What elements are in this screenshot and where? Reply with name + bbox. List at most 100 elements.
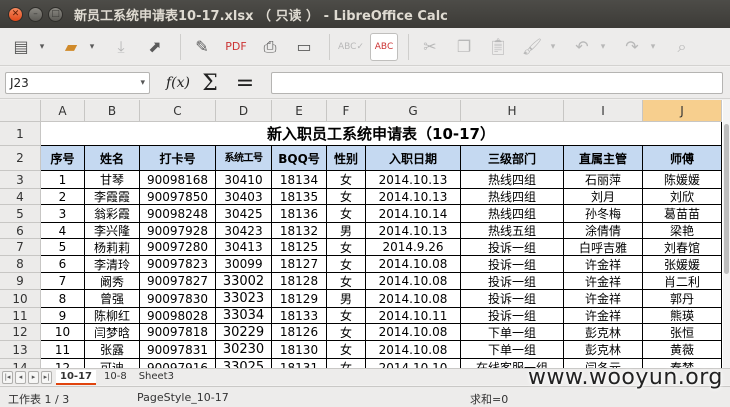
table-cell[interactable]: 2014.9.26 [366, 239, 461, 256]
next-sheet-button[interactable]: ▸ [28, 370, 39, 384]
table-cell[interactable]: 女 [327, 239, 366, 256]
table-cell[interactable]: 下单一组 [461, 324, 564, 341]
column-header-c[interactable]: C [140, 100, 216, 122]
table-cell[interactable]: 曾强 [85, 290, 140, 308]
table-cell[interactable]: 李清玲 [85, 256, 140, 273]
table-cell[interactable]: 石丽萍 [564, 171, 643, 189]
table-cell[interactable]: 女 [327, 256, 366, 273]
row-header-5[interactable]: 5 [0, 205, 41, 223]
table-cell[interactable]: 90097280 [140, 239, 216, 256]
sheet-tab[interactable]: 10-17 [56, 369, 96, 385]
table-cell[interactable]: 许金祥 [564, 256, 643, 273]
table-cell[interactable]: 30229 [216, 324, 272, 341]
table-cell[interactable]: 孙冬梅 [564, 205, 643, 223]
column-header-j[interactable]: J [643, 100, 722, 122]
autospellcheck-icon[interactable]: ABC [370, 32, 398, 61]
last-sheet-button[interactable]: ▸| [41, 370, 52, 384]
table-cell[interactable]: 30230 [216, 341, 272, 359]
table-cell[interactable]: 女 [327, 189, 366, 205]
close-window-button[interactable]: ✕ [8, 6, 23, 22]
row-header-9[interactable]: 9 [0, 273, 41, 290]
table-cell[interactable]: 彭克林 [564, 341, 643, 359]
table-cell[interactable]: 18136 [272, 205, 327, 223]
table-cell[interactable]: 5 [41, 239, 85, 256]
table-cell[interactable]: 6 [41, 256, 85, 273]
column-header-b[interactable]: B [85, 100, 140, 122]
row-header-14[interactable]: 14 [0, 359, 41, 368]
table-cell[interactable]: 女 [327, 273, 366, 290]
input-line[interactable] [271, 72, 723, 94]
column-header-g[interactable]: G [366, 100, 461, 122]
row-header-13[interactable]: 13 [0, 341, 41, 359]
table-cell[interactable]: 张露 [85, 341, 140, 359]
print-icon[interactable]: ⎙ [255, 33, 285, 61]
table-cell[interactable]: 18126 [272, 324, 327, 341]
table-cell[interactable]: 90097928 [140, 223, 216, 239]
table-cell[interactable]: 熊瑛 [643, 308, 722, 324]
maximize-window-button[interactable]: □ [48, 6, 63, 22]
row-header-3[interactable]: 3 [0, 171, 41, 189]
header-cell[interactable]: 序号 [41, 146, 85, 171]
header-cell[interactable]: 性别 [327, 146, 366, 171]
table-cell[interactable]: 热线四组 [461, 189, 564, 205]
table-cell[interactable]: 18135 [272, 189, 327, 205]
table-cell[interactable]: 女 [327, 308, 366, 324]
table-cell[interactable]: 张媛媛 [643, 256, 722, 273]
column-header-d[interactable]: D [216, 100, 272, 122]
column-header-f[interactable]: F [327, 100, 366, 122]
table-cell[interactable]: 郭丹 [643, 290, 722, 308]
table-cell[interactable]: 刘春馆 [643, 239, 722, 256]
table-cell[interactable]: 33002 [216, 273, 272, 290]
table-cell[interactable]: 可迪 [85, 359, 140, 368]
paste-dropdown-icon[interactable]: ▾ [547, 33, 559, 61]
save-icon[interactable]: ⤓ [106, 33, 136, 61]
table-cell[interactable]: 33034 [216, 308, 272, 324]
table-cell[interactable]: 彭克林 [564, 324, 643, 341]
name-box-dropdown-icon[interactable]: ▾ [140, 78, 145, 88]
table-cell[interactable]: 涂倩倩 [564, 223, 643, 239]
sheet-title[interactable]: 新入职员工系统申请表（10-17） [41, 122, 722, 146]
table-cell[interactable]: 18125 [272, 239, 327, 256]
table-cell[interactable]: 女 [327, 341, 366, 359]
table-cell[interactable]: 投诉一组 [461, 308, 564, 324]
name-box[interactable]: J23 ▾ [5, 72, 150, 94]
table-cell[interactable]: 90097831 [140, 341, 216, 359]
table-cell[interactable]: 33023 [216, 290, 272, 308]
table-cell[interactable]: 90097823 [140, 256, 216, 273]
prev-sheet-button[interactable]: ◂ [15, 370, 26, 384]
table-cell[interactable]: 2014.10.08 [366, 273, 461, 290]
table-cell[interactable]: 李霞霞 [85, 189, 140, 205]
table-cell[interactable]: 9 [41, 308, 85, 324]
table-cell[interactable]: 8 [41, 290, 85, 308]
table-cell[interactable]: 30410 [216, 171, 272, 189]
table-cell[interactable]: 葛苗苗 [643, 205, 722, 223]
table-cell[interactable]: 90097916 [140, 359, 216, 368]
table-cell[interactable]: 1 [41, 171, 85, 189]
export-pdf-icon[interactable]: PDF [221, 33, 251, 61]
table-cell[interactable]: 热线四组 [461, 205, 564, 223]
table-cell[interactable]: 女 [327, 359, 366, 368]
table-cell[interactable]: 30099 [216, 256, 272, 273]
table-cell[interactable]: 2014.10.08 [366, 256, 461, 273]
table-cell[interactable]: 7 [41, 273, 85, 290]
table-cell[interactable]: 张恒 [643, 324, 722, 341]
undo-icon[interactable]: ↶ [567, 33, 597, 61]
row-header-1[interactable]: 1 [0, 122, 41, 146]
sum-button[interactable]: Σ [199, 71, 221, 96]
row-header-12[interactable]: 12 [0, 324, 41, 341]
table-cell[interactable]: 陈媛媛 [643, 171, 722, 189]
table-cell[interactable]: 90097818 [140, 324, 216, 341]
table-cell[interactable]: 11 [41, 341, 85, 359]
column-header-i[interactable]: I [564, 100, 643, 122]
scrollbar-thumb[interactable] [724, 124, 729, 274]
undo-dropdown-icon[interactable]: ▾ [597, 33, 609, 61]
row-header-10[interactable]: 10 [0, 290, 41, 308]
table-cell[interactable]: 投诉一组 [461, 239, 564, 256]
row-header-6[interactable]: 6 [0, 223, 41, 239]
sheet-tab[interactable]: 10-8 [100, 370, 131, 385]
table-cell[interactable]: 男 [327, 223, 366, 239]
table-cell[interactable]: 陈柳红 [85, 308, 140, 324]
table-cell[interactable]: 刘月 [564, 189, 643, 205]
table-cell[interactable]: 18131 [272, 359, 327, 368]
table-cell[interactable]: 女 [327, 324, 366, 341]
